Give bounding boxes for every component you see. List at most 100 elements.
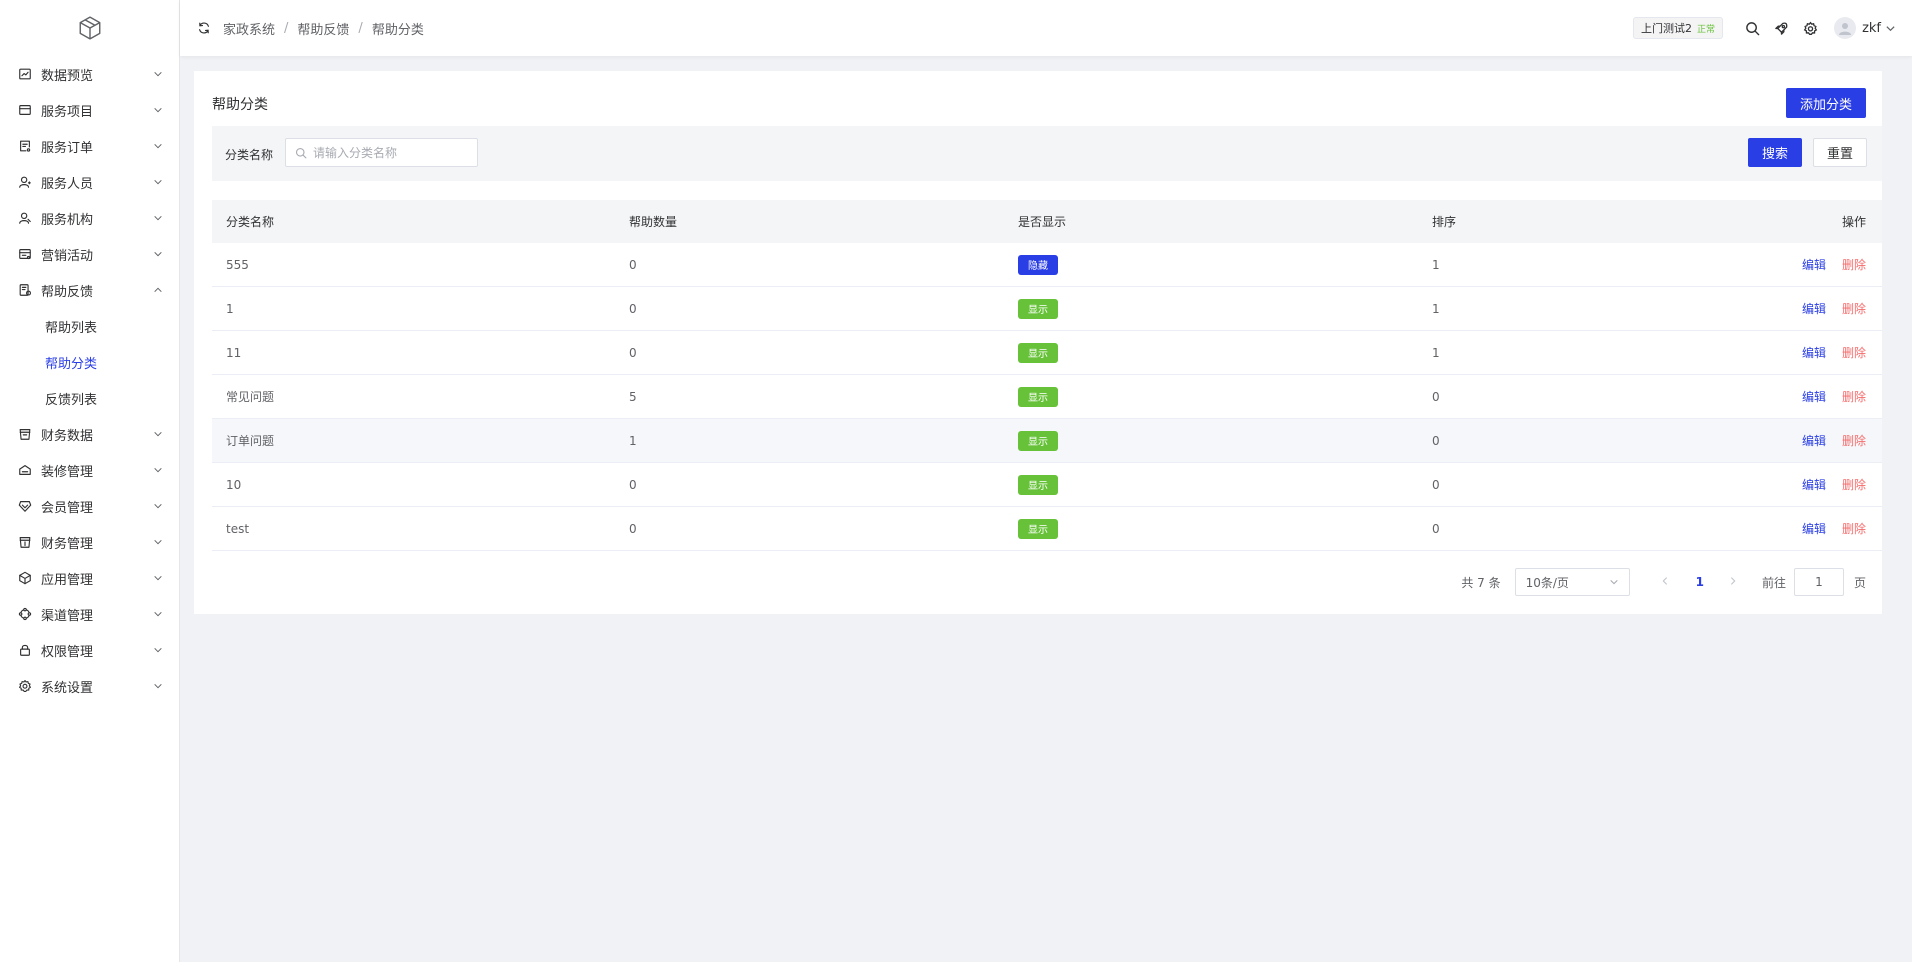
cell-visible: 显示 — [1018, 430, 1432, 451]
edit-link[interactable]: 编辑 — [1802, 476, 1826, 493]
edit-link[interactable]: 编辑 — [1802, 344, 1826, 361]
goto-label: 前往 — [1761, 575, 1786, 590]
sidebar-item-label: 帮助反馈 — [41, 284, 94, 300]
cell-actions: 编辑 删除 — [1772, 476, 1882, 493]
sidebar-item-lock[interactable]: 权限管理 — [0, 632, 179, 668]
table-row: 555 0 隐藏 1 编辑 删除 — [212, 243, 1882, 287]
cell-help-count: 0 — [629, 477, 637, 492]
user-icon — [18, 175, 32, 189]
sidebar-item-label: 权限管理 — [41, 644, 94, 660]
header-actions: 上门测试2 正常 zkf — [1633, 0, 1896, 56]
chevron-down-icon — [153, 69, 163, 79]
edit-link[interactable]: 编辑 — [1802, 388, 1826, 405]
chevron-up-icon — [153, 285, 163, 295]
sidebar-item-channel[interactable]: 渠道管理 — [0, 596, 179, 632]
content-card: 帮助分类 添加分类 分类名称 搜索 重置 分类名称 帮助数量 是否显示 排序 操… — [194, 71, 1882, 614]
edit-link[interactable]: 编辑 — [1802, 300, 1826, 317]
page-size-select[interactable]: 10条/页 — [1514, 568, 1630, 596]
delete-link[interactable]: 删除 — [1842, 344, 1866, 361]
shop-name: 上门测试2 — [1641, 22, 1693, 35]
sidebar-item-help[interactable]: 帮助反馈 — [0, 272, 179, 308]
visibility-badge: 显示 — [1018, 474, 1058, 495]
cell-category-name: 10 — [226, 477, 242, 492]
chevron-down-icon — [153, 141, 163, 151]
cell-category-name: 11 — [226, 345, 242, 360]
delete-link[interactable]: 删除 — [1842, 300, 1866, 317]
chevron-down-icon — [153, 177, 163, 187]
sidebar-item-label: 财务管理 — [41, 536, 94, 552]
category-name-field[interactable] — [285, 138, 478, 167]
goto-page-input[interactable] — [1793, 568, 1844, 596]
shop-switcher[interactable]: 上门测试2 正常 — [1633, 17, 1724, 39]
cell-actions: 编辑 删除 — [1772, 520, 1882, 537]
sidebar-item-marketing[interactable]: 营销活动 — [0, 236, 179, 272]
sidebar-subitem[interactable]: 反馈列表 — [0, 380, 179, 416]
sidebar-item-settings[interactable]: 系统设置 — [0, 668, 179, 704]
cell-sort: 0 — [1432, 389, 1440, 404]
sidebar-item-member[interactable]: 会员管理 — [0, 488, 179, 524]
chevron-down-icon — [153, 645, 163, 655]
breadcrumb-item-help-category: 帮助分类 — [371, 22, 424, 38]
total-count: 共 7 条 — [1461, 575, 1501, 590]
search-icon[interactable] — [1745, 21, 1760, 36]
column-header-count: 帮助数量 — [629, 215, 678, 229]
sidebar-item-decor[interactable]: 装修管理 — [0, 452, 179, 488]
help-icon — [18, 283, 32, 297]
cube-logo-icon[interactable] — [0, 0, 179, 56]
sidebar-subitem[interactable]: 帮助列表 — [0, 308, 179, 344]
cell-actions: 编辑 删除 — [1772, 388, 1882, 405]
sidebar-item-order[interactable]: 服务订单 — [0, 128, 179, 164]
sidebar-item-finance[interactable]: 财务管理 — [0, 524, 179, 560]
cell-actions: 编辑 删除 — [1772, 256, 1882, 273]
sidebar-item-label: 数据预览 — [41, 68, 94, 84]
cell-visible: 显示 — [1018, 298, 1432, 319]
chevron-down-icon — [153, 213, 163, 223]
refresh-icon[interactable] — [197, 21, 211, 35]
edit-link[interactable]: 编辑 — [1802, 256, 1826, 273]
app-icon — [18, 571, 32, 585]
sidebar-item-finance-data[interactable]: 财务数据 — [0, 416, 179, 452]
sidebar-item-app[interactable]: 应用管理 — [0, 560, 179, 596]
cell-sort: 0 — [1432, 477, 1440, 492]
breadcrumb-separator: / — [284, 20, 289, 36]
delete-link[interactable]: 删除 — [1842, 256, 1866, 273]
prev-page-icon[interactable] — [1660, 576, 1672, 588]
sidebar-item-label: 营销活动 — [41, 248, 94, 264]
sidebar-item-card[interactable]: 服务项目 — [0, 92, 179, 128]
edit-link[interactable]: 编辑 — [1802, 432, 1826, 449]
sidebar-item-chart[interactable]: 数据预览 — [0, 56, 179, 92]
gear-icon[interactable] — [1803, 21, 1818, 36]
page-size-value: 10条/页 — [1525, 575, 1569, 590]
search-button[interactable]: 搜索 — [1748, 138, 1802, 167]
next-page-icon[interactable] — [1728, 576, 1740, 588]
finance-icon — [18, 535, 32, 549]
chevron-down-icon — [153, 105, 163, 115]
avatar — [1834, 17, 1857, 39]
cell-visible: 隐藏 — [1018, 254, 1432, 275]
sidebar-item-label: 服务人员 — [41, 176, 94, 192]
category-name-input[interactable] — [313, 145, 463, 160]
breadcrumb-item-help-feedback[interactable]: 帮助反馈 — [297, 19, 349, 38]
cell-sort: 1 — [1432, 301, 1440, 316]
sidebar-subitem[interactable]: 帮助分类 — [0, 344, 179, 380]
edit-link[interactable]: 编辑 — [1802, 520, 1826, 537]
page-number[interactable]: 1 — [1696, 575, 1704, 589]
add-category-button[interactable]: 添加分类 — [1786, 88, 1866, 118]
rocket-icon[interactable] — [1774, 21, 1789, 36]
cell-help-count: 1 — [629, 433, 637, 448]
delete-link[interactable]: 删除 — [1842, 432, 1866, 449]
user-menu[interactable]: zkf — [1834, 17, 1896, 39]
sidebar-item-org[interactable]: 服务机构 — [0, 200, 179, 236]
delete-link[interactable]: 删除 — [1842, 520, 1866, 537]
sidebar-item-label: 服务项目 — [41, 104, 94, 120]
table-row: 常见问题 5 显示 0 编辑 删除 — [212, 375, 1882, 419]
cell-sort: 0 — [1432, 521, 1440, 536]
sidebar-item-label: 财务数据 — [41, 428, 94, 444]
delete-link[interactable]: 删除 — [1842, 476, 1866, 493]
delete-link[interactable]: 删除 — [1842, 388, 1866, 405]
cell-help-count: 0 — [629, 345, 637, 360]
breadcrumb-item-system[interactable]: 家政系统 — [223, 19, 275, 38]
sidebar-item-user[interactable]: 服务人员 — [0, 164, 179, 200]
cell-category-name: 常见问题 — [226, 390, 275, 404]
reset-button[interactable]: 重置 — [1813, 138, 1867, 167]
